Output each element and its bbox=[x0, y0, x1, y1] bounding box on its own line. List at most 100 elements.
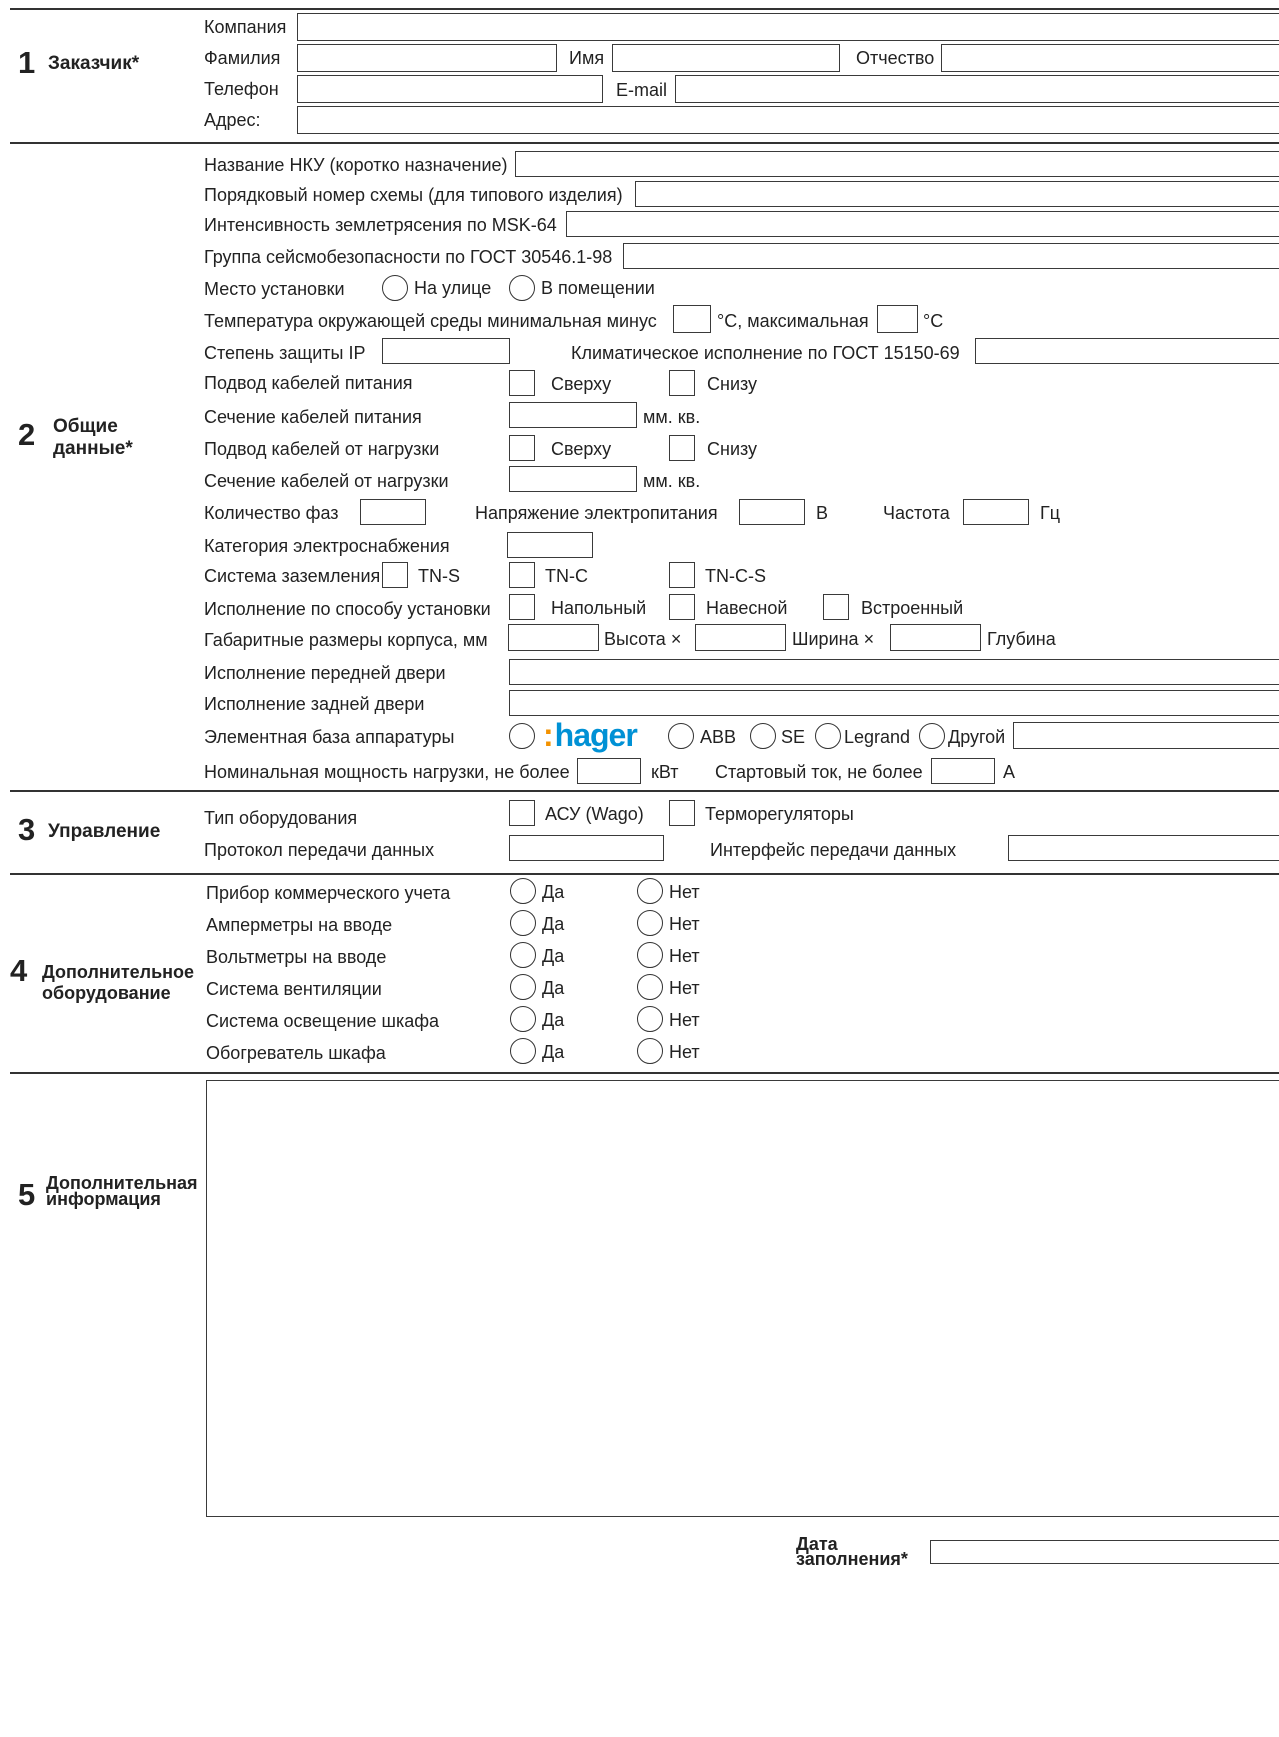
section-title-line2: оборудование bbox=[42, 983, 171, 1003]
phases-label: Количество фаз bbox=[204, 503, 339, 523]
no-radio[interactable] bbox=[637, 942, 663, 968]
power-unit: кВт bbox=[651, 762, 679, 782]
front-door-field[interactable] bbox=[509, 659, 1279, 685]
phone-field[interactable] bbox=[297, 75, 603, 103]
address-label: Адрес: bbox=[204, 110, 261, 130]
load-entry-label: Подвод кабелей от нагрузки bbox=[204, 439, 440, 459]
install-place-label: Место установки bbox=[204, 279, 345, 299]
components-label: Элементная база аппаратуры bbox=[204, 727, 455, 747]
acs-label: АСУ (Wago) bbox=[545, 804, 644, 824]
width-field[interactable] bbox=[695, 624, 786, 651]
patronymic-field[interactable] bbox=[941, 44, 1279, 72]
load-entry-bottom-label: Снизу bbox=[707, 439, 758, 459]
no-label: Нет bbox=[669, 1010, 700, 1030]
temp-min-field[interactable] bbox=[673, 305, 711, 333]
lastname-field[interactable] bbox=[297, 44, 557, 72]
interface-field[interactable] bbox=[1008, 835, 1279, 861]
yes-label: Да bbox=[542, 978, 565, 998]
thermo-checkbox[interactable] bbox=[669, 800, 695, 826]
firstname-field[interactable] bbox=[612, 44, 840, 72]
temperature-label: Температура окружающей среды минимальная… bbox=[204, 311, 657, 331]
scheme-number-label: Порядковый номер схемы (для типового изд… bbox=[204, 185, 623, 205]
additional-info-textarea[interactable] bbox=[206, 1080, 1279, 1517]
company-label: Компания bbox=[204, 17, 287, 37]
front-door-label: Исполнение передней двери bbox=[204, 663, 446, 683]
address-field[interactable] bbox=[297, 106, 1279, 134]
yes-label: Да bbox=[542, 1042, 565, 1062]
nku-name-field[interactable] bbox=[515, 151, 1279, 177]
divider-4-5 bbox=[10, 1072, 1279, 1074]
wall-label: Навесной bbox=[706, 598, 788, 618]
load-entry-bottom-checkbox[interactable] bbox=[669, 435, 695, 461]
no-label: Нет bbox=[669, 914, 700, 934]
yes-radio[interactable] bbox=[510, 910, 536, 936]
start-current-field[interactable] bbox=[931, 758, 995, 784]
tncs-checkbox[interactable] bbox=[669, 562, 695, 588]
load-entry-top-checkbox[interactable] bbox=[509, 435, 535, 461]
no-radio[interactable] bbox=[637, 1038, 663, 1064]
power-label: Номинальная мощность нагрузки, не более bbox=[204, 762, 570, 782]
company-field[interactable] bbox=[297, 13, 1279, 41]
acs-checkbox[interactable] bbox=[509, 800, 535, 826]
temp-max-field[interactable] bbox=[877, 305, 918, 333]
height-field[interactable] bbox=[508, 624, 599, 651]
section-number: 5 bbox=[18, 1177, 36, 1212]
other-field[interactable] bbox=[1013, 722, 1279, 749]
section-title: Управление bbox=[48, 821, 161, 842]
power-section-field[interactable] bbox=[509, 402, 637, 428]
no-radio[interactable] bbox=[637, 974, 663, 1000]
outdoor-radio[interactable] bbox=[382, 275, 408, 301]
date-field[interactable] bbox=[930, 1540, 1279, 1564]
yes-radio[interactable] bbox=[510, 1006, 536, 1032]
section-number: 1 bbox=[18, 45, 36, 80]
floor-checkbox[interactable] bbox=[509, 594, 535, 620]
seismic-group-field[interactable] bbox=[623, 243, 1279, 269]
load-section-field[interactable] bbox=[509, 466, 637, 492]
climate-field[interactable] bbox=[975, 338, 1279, 364]
hager-radio[interactable] bbox=[509, 723, 535, 749]
indoor-radio[interactable] bbox=[509, 275, 535, 301]
no-radio[interactable] bbox=[637, 910, 663, 936]
no-label: Нет bbox=[669, 1042, 700, 1062]
frequency-field[interactable] bbox=[963, 499, 1029, 525]
load-entry-top-label: Сверху bbox=[551, 439, 612, 459]
se-radio[interactable] bbox=[750, 723, 776, 749]
builtin-label: Встроенный bbox=[861, 598, 964, 618]
tns-checkbox[interactable] bbox=[382, 562, 408, 588]
ip-field[interactable] bbox=[382, 338, 510, 364]
power-entry-top-checkbox[interactable] bbox=[509, 370, 535, 396]
legrand-radio[interactable] bbox=[815, 723, 841, 749]
quake-intensity-field[interactable] bbox=[566, 211, 1279, 237]
depth-field[interactable] bbox=[890, 624, 981, 651]
phases-field[interactable] bbox=[360, 499, 426, 525]
yes-radio[interactable] bbox=[510, 1038, 536, 1064]
patronymic-label: Отчество bbox=[856, 48, 935, 68]
builtin-checkbox[interactable] bbox=[823, 594, 849, 620]
supply-category-label: Категория электроснабжения bbox=[204, 536, 450, 556]
depth-label: Глубина bbox=[987, 629, 1056, 649]
power-field[interactable] bbox=[577, 758, 641, 784]
item-label: Прибор коммерческого учета bbox=[206, 883, 451, 903]
ip-label: Степень защиты IP bbox=[204, 343, 366, 363]
wall-checkbox[interactable] bbox=[669, 594, 695, 620]
protocol-field[interactable] bbox=[509, 835, 664, 861]
voltage-field[interactable] bbox=[739, 499, 805, 525]
tns-label: TN-S bbox=[418, 566, 460, 586]
rear-door-field[interactable] bbox=[509, 690, 1279, 716]
yes-radio[interactable] bbox=[510, 974, 536, 1000]
supply-category-field[interactable] bbox=[507, 532, 593, 558]
other-radio[interactable] bbox=[919, 723, 945, 749]
no-radio[interactable] bbox=[637, 878, 663, 904]
email-field[interactable] bbox=[675, 75, 1279, 103]
scheme-number-field[interactable] bbox=[635, 181, 1279, 207]
section-number: 4 bbox=[10, 953, 28, 988]
voltage-label: Напряжение электропитания bbox=[475, 503, 718, 523]
tnc-checkbox[interactable] bbox=[509, 562, 535, 588]
abb-radio[interactable] bbox=[668, 723, 694, 749]
yes-radio[interactable] bbox=[510, 942, 536, 968]
yes-radio[interactable] bbox=[510, 878, 536, 904]
no-radio[interactable] bbox=[637, 1006, 663, 1032]
power-entry-bottom-checkbox[interactable] bbox=[669, 370, 695, 396]
load-section-label: Сечение кабелей от нагрузки bbox=[204, 471, 449, 491]
power-section-unit: мм. кв. bbox=[643, 407, 701, 427]
